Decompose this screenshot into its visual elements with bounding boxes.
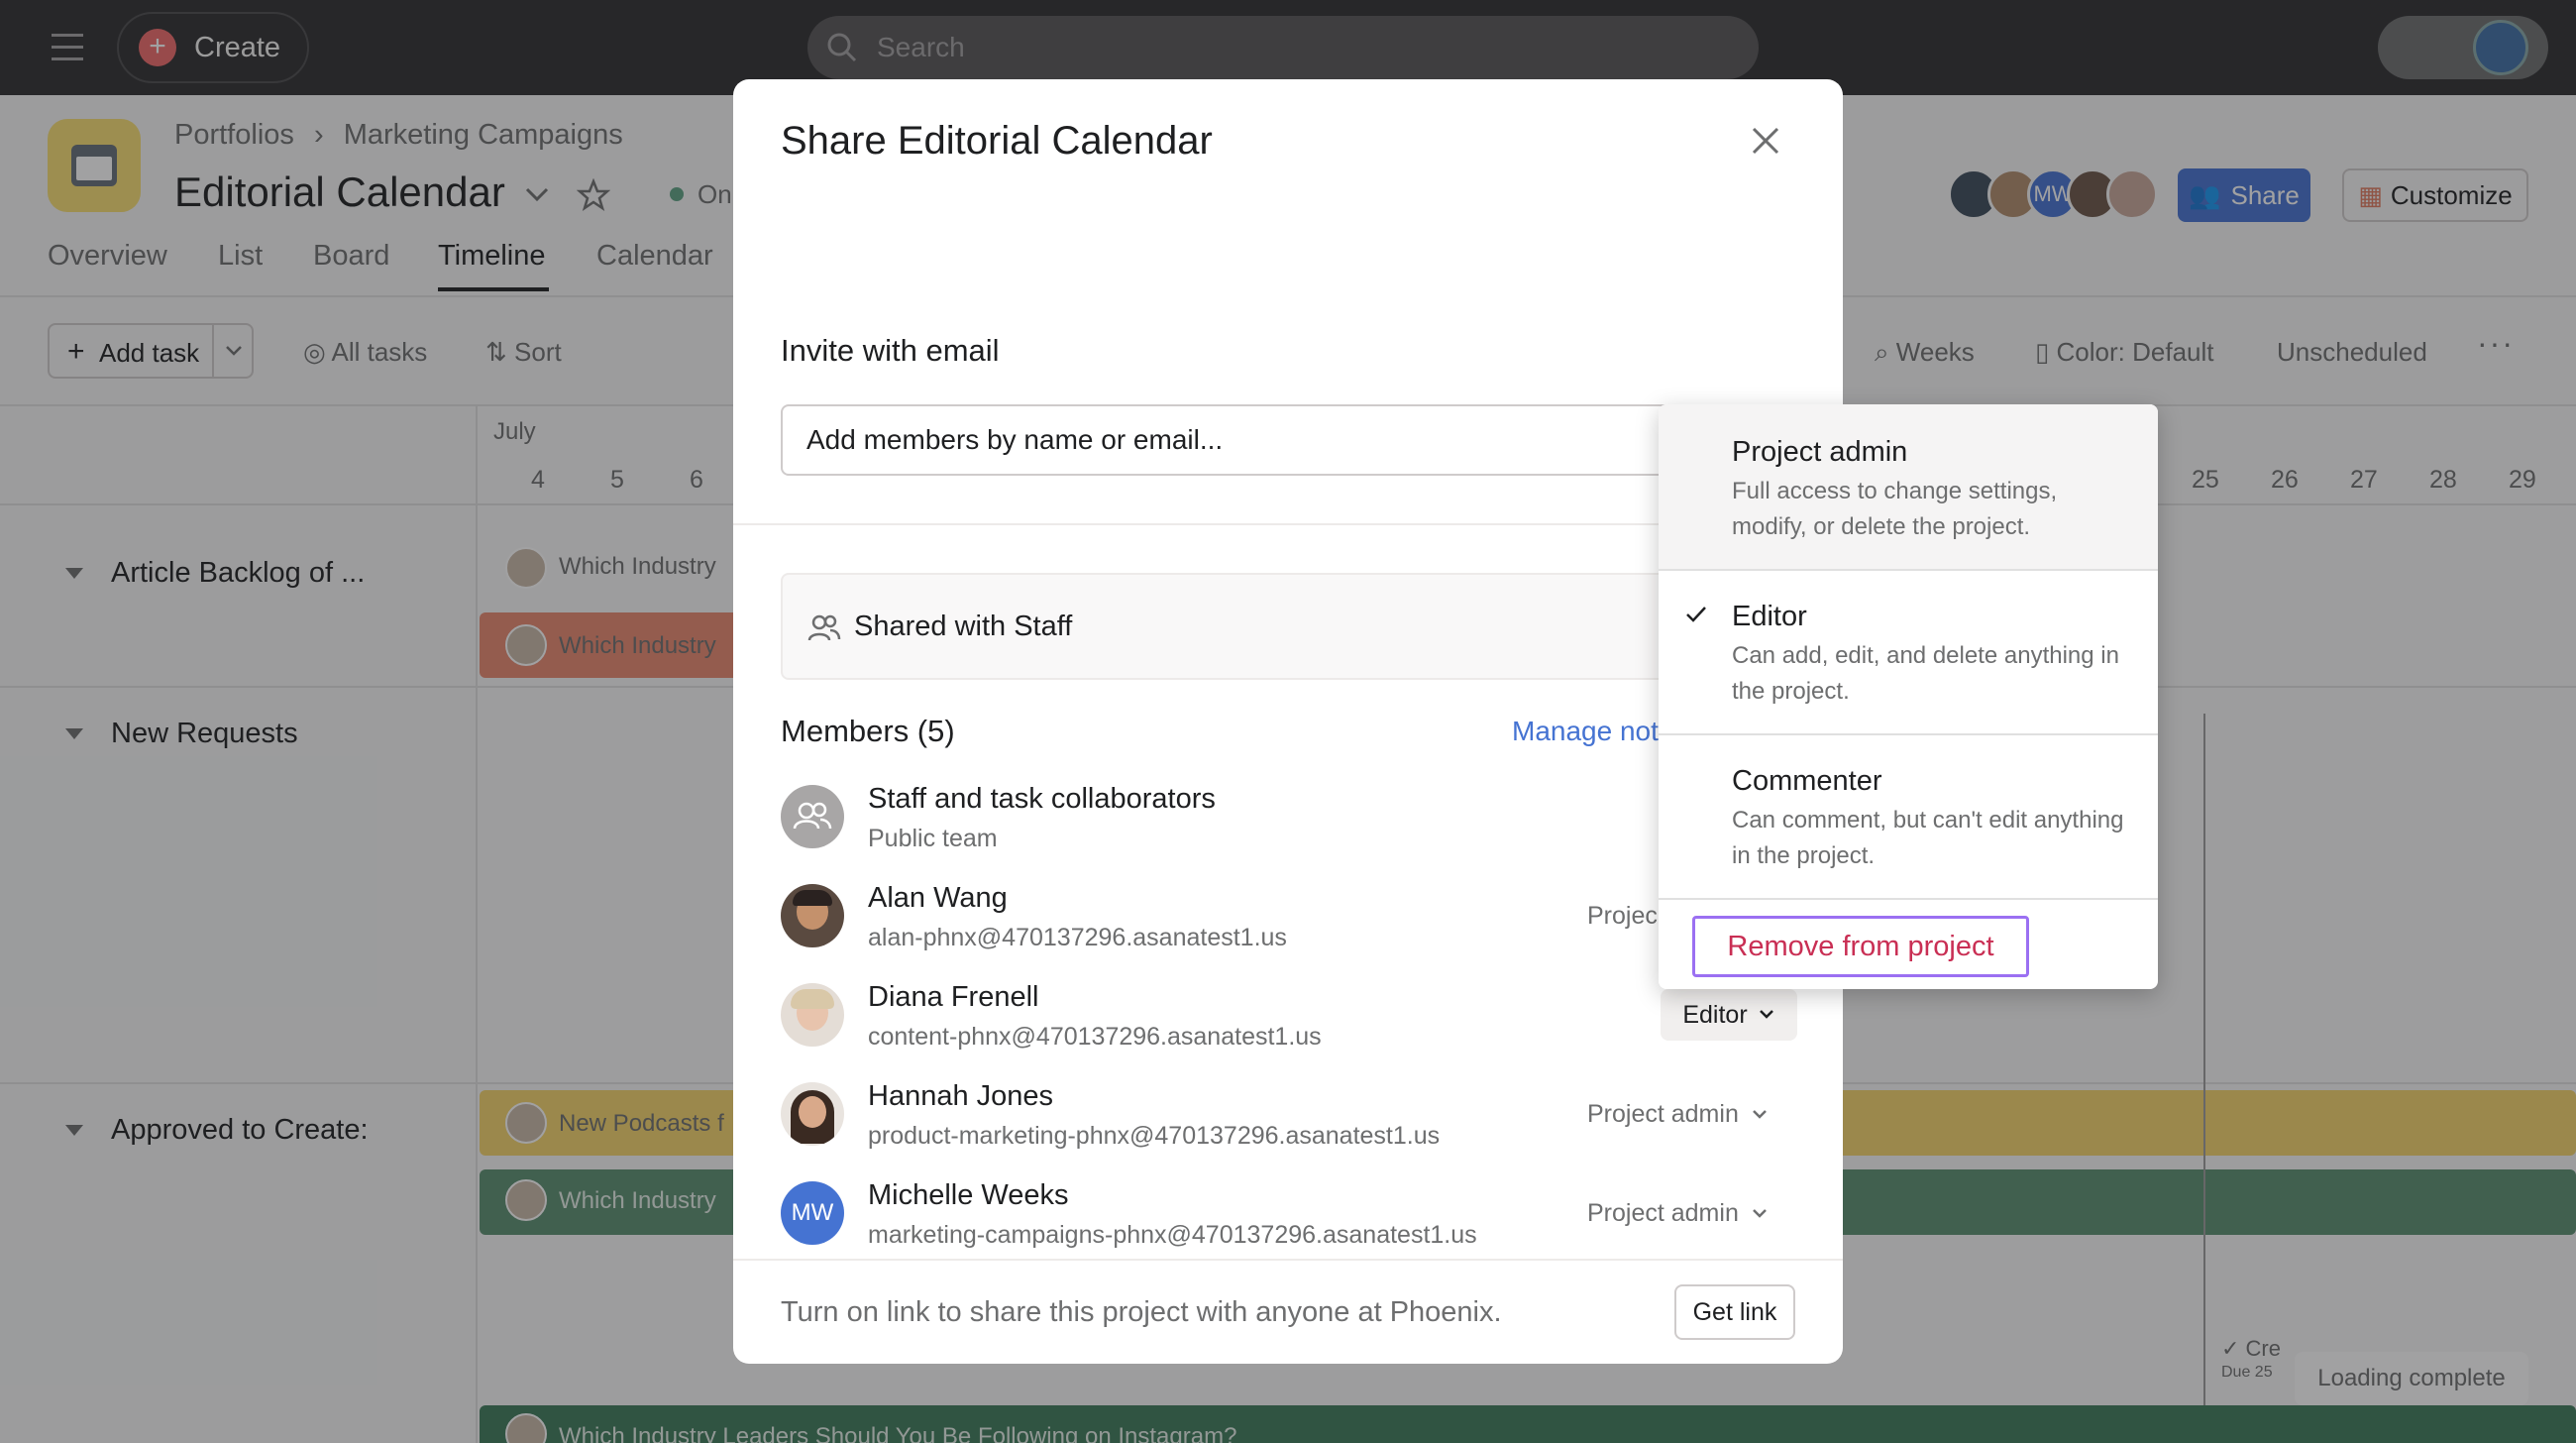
member-name: Michelle Weeks — [868, 1179, 1069, 1211]
member-name: Staff and task collaborators — [868, 783, 1216, 815]
role-label: Project admin — [1587, 1199, 1739, 1227]
member-email: content-phnx@470137296.asanatest1.us — [868, 1023, 1322, 1051]
member-email: alan-phnx@470137296.asanatest1.us — [868, 924, 1287, 951]
manage-notifications-link[interactable]: Manage not — [1512, 716, 1659, 747]
member-name: Diana Frenell — [868, 981, 1039, 1013]
role-dropdown-menu: Project admin Full access to change sett… — [1659, 404, 2158, 989]
shared-with-label: Shared with Staff — [854, 610, 1073, 642]
get-link-button[interactable]: Get link — [1674, 1284, 1795, 1340]
member-role-dropdown[interactable]: Project admin — [1587, 1100, 1769, 1129]
divider — [733, 1259, 1843, 1261]
member-name: Alan Wang — [868, 882, 1008, 914]
menu-item-title: Project admin — [1732, 436, 1908, 468]
member-avatar — [781, 1082, 844, 1146]
invite-email-input[interactable]: Add members by name or email... — [781, 404, 1706, 476]
checkmark-icon — [1686, 607, 1706, 622]
divider — [1659, 898, 2158, 900]
member-avatar-initials: MW — [781, 1181, 844, 1245]
member-email: product-marketing-phnx@470137296.asanate… — [868, 1122, 1441, 1150]
dialog-title: Share Editorial Calendar — [781, 119, 1213, 163]
role-label: Project admin — [1587, 1100, 1739, 1128]
people-icon — [807, 614, 841, 641]
menu-item-description: Can comment, but can't edit anything in … — [1732, 807, 2124, 869]
people-icon — [793, 802, 832, 830]
menu-item-description: Full access to change settings, modify, … — [1732, 478, 2058, 540]
menu-item-title: Editor — [1732, 601, 1807, 632]
role-label: Editor — [1682, 1000, 1748, 1029]
menu-item-description: Can add, edit, and delete anything in th… — [1732, 642, 2119, 705]
member-name: Hannah Jones — [868, 1080, 1054, 1112]
invite-heading: Invite with email — [781, 333, 1000, 368]
chevron-down-icon — [1759, 1010, 1773, 1019]
member-role-dropdown[interactable]: Projec — [1587, 902, 1658, 931]
chevron-down-icon — [1752, 1109, 1767, 1119]
close-icon[interactable] — [1748, 123, 1783, 159]
member-role-dropdown[interactable]: Editor — [1661, 989, 1797, 1041]
member-email: marketing-campaigns-phnx@470137296.asana… — [868, 1221, 1477, 1249]
member-subtitle: Public team — [868, 825, 998, 852]
members-heading: Members (5) — [781, 714, 955, 748]
member-avatar — [781, 983, 844, 1047]
share-link-description: Turn on link to share this project with … — [781, 1296, 1502, 1328]
chevron-down-icon — [1752, 1208, 1767, 1218]
member-avatar — [781, 884, 844, 947]
member-role-dropdown[interactable]: Project admin — [1587, 1199, 1769, 1228]
menu-item-title: Commenter — [1732, 765, 1882, 797]
team-avatar — [781, 785, 844, 848]
remove-from-project-button[interactable]: Remove from project — [1692, 916, 2029, 977]
